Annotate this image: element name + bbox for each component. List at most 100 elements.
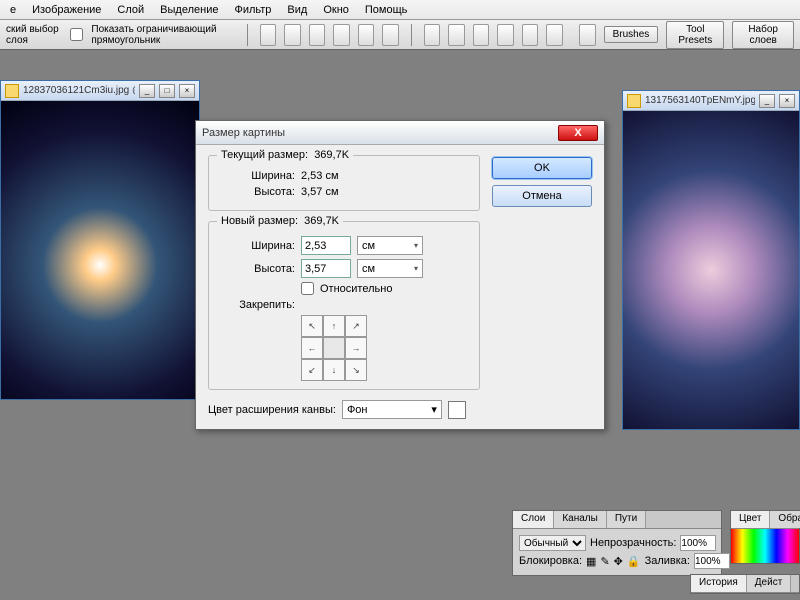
lock-icon[interactable]: 🔒 [627,555,641,568]
dialog-title: Размер картины [202,127,558,139]
lock-icon[interactable]: ▦ [586,555,596,568]
align-icon[interactable] [260,24,277,46]
unit-select[interactable]: см▾ [357,259,423,278]
close-icon[interactable]: × [179,84,195,98]
lock-label: Блокировка: [519,555,582,567]
canvas[interactable] [623,111,799,429]
menu-item[interactable]: Выделение [154,2,224,18]
show-bounds-checkbox[interactable] [70,28,83,41]
anchor-cell[interactable]: ↘ [345,359,367,381]
canvas-ext-label: Цвет расширения канвы: [208,404,336,416]
menu-bar: е Изображение Слой Выделение Фильтр Вид … [0,0,800,20]
menu-item[interactable]: Окно [317,2,355,18]
anchor-cell[interactable]: → [345,337,367,359]
chevron-down-icon: ▾ [431,403,437,416]
palette-well-icon[interactable] [579,24,596,46]
menu-item[interactable]: Вид [281,2,313,18]
canvas-ext-select[interactable]: Фон▾ [342,400,442,419]
fill-label: Заливка: [645,555,690,567]
menu-item[interactable]: Слой [111,2,150,18]
new-size-label: Новый размер: 369,7K [217,215,343,227]
align-icon[interactable] [284,24,301,46]
tab-swatches[interactable]: Образцы [770,511,800,528]
color-panel[interactable]: Цвет Образцы [730,510,800,564]
anchor-cell[interactable]: ↓ [323,359,345,381]
anchor-cell[interactable]: ↖ [301,315,323,337]
new-width-label: Ширина: [219,240,295,252]
minimize-icon[interactable]: _ [759,94,775,108]
history-panel[interactable]: История Дейст [690,574,800,594]
options-bar: ский выбор слоя Показать ограничивающий … [0,20,800,50]
width-value: 2,53 см [301,170,339,182]
canvas[interactable] [1,101,199,399]
maximize-icon[interactable]: □ [159,84,175,98]
distribute-icon[interactable] [424,24,441,46]
height-input[interactable] [301,259,351,278]
ok-button[interactable]: OK [492,157,592,179]
anchor-cell[interactable]: ↗ [345,315,367,337]
width-label: Ширина: [219,170,295,182]
document-window[interactable]: 1317563140TpENmY.jpg @ 100... _ × [622,90,800,430]
opacity-input[interactable] [680,535,716,551]
anchor-cell[interactable]: ↙ [301,359,323,381]
new-height-label: Высота: [219,263,295,275]
show-bounds-label: Показать ограничивающий прямоугольник [91,24,234,46]
tab-channels[interactable]: Каналы [554,511,607,528]
anchor-cell[interactable]: ↑ [323,315,345,337]
current-size-label: Текущий размер: 369,7K [217,149,353,161]
tool-presets-button[interactable]: Tool Presets [666,21,724,49]
layer-sets-button[interactable]: Набор слоев [732,21,794,49]
tab-layers[interactable]: Слои [513,511,554,528]
align-icon[interactable] [333,24,350,46]
tab-history[interactable]: История [691,575,747,592]
align-icon[interactable] [309,24,326,46]
doc-title: 12837036121Cm3iu.jpg @ 100%... [23,85,135,96]
file-icon [5,84,19,98]
distribute-icon[interactable] [448,24,465,46]
relative-label: Относительно [320,283,392,295]
relative-checkbox[interactable] [301,282,314,295]
tab-paths[interactable]: Пути [607,511,646,528]
distribute-icon[interactable] [546,24,563,46]
file-icon [627,94,641,108]
separator [411,24,412,46]
document-window[interactable]: 12837036121Cm3iu.jpg @ 100%... _ □ × [0,80,200,400]
minimize-icon[interactable]: _ [139,84,155,98]
chevron-down-icon: ▾ [414,264,418,273]
brushes-button[interactable]: Brushes [604,26,659,43]
height-value: 3,57 см [301,186,339,198]
layers-panel[interactable]: Слои Каналы Пути Обычный Непрозрачность:… [512,510,722,576]
separator [247,24,248,46]
anchor-cell[interactable] [323,337,345,359]
canvas-size-dialog: Размер картины X OK Отмена Текущий разме… [195,120,605,430]
menu-item[interactable]: Изображение [26,2,107,18]
height-label: Высота: [219,186,295,198]
tab-color[interactable]: Цвет [731,511,770,528]
doc-title: 1317563140TpENmY.jpg @ 100... [645,95,755,106]
close-icon[interactable]: X [558,125,598,141]
lock-icon[interactable]: ✎ [600,555,609,568]
fill-input[interactable] [694,553,730,569]
close-icon[interactable]: × [779,94,795,108]
chevron-down-icon: ▾ [414,241,418,250]
distribute-icon[interactable] [473,24,490,46]
color-swatch[interactable] [448,401,466,419]
menu-item[interactable]: е [4,2,22,18]
autoselect-label: ский выбор слоя [6,24,62,46]
menu-item[interactable]: Фильтр [228,2,277,18]
anchor-grid[interactable]: ↖↑↗ ← → ↙↓↘ [301,315,469,381]
menu-item[interactable]: Помощь [359,2,414,18]
align-icon[interactable] [358,24,375,46]
distribute-icon[interactable] [497,24,514,46]
width-input[interactable] [301,236,351,255]
lock-icon[interactable]: ✥ [614,555,623,568]
blend-mode-select[interactable]: Обычный [519,535,586,551]
anchor-cell[interactable]: ← [301,337,323,359]
tab-actions[interactable]: Дейст [747,575,792,592]
align-icon[interactable] [382,24,399,46]
color-ramp[interactable] [731,529,799,563]
distribute-icon[interactable] [522,24,539,46]
cancel-button[interactable]: Отмена [492,185,592,207]
unit-select[interactable]: см▾ [357,236,423,255]
opacity-label: Непрозрачность: [590,537,676,549]
